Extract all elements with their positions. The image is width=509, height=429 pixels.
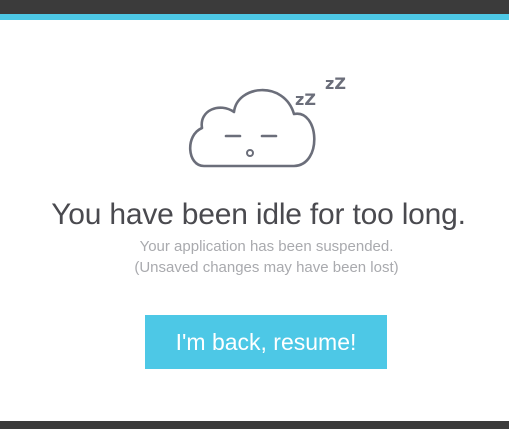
accent-bar [0,14,509,20]
snore-small: zZ [295,90,316,109]
snore-large: zZ [325,74,346,93]
unsaved-changes-warning: (Unsaved changes may have been lost) [134,259,399,276]
bottom-bar [0,421,509,429]
top-bar [0,0,509,14]
idle-headline: You have been idle for too long. [51,198,466,231]
resume-button[interactable]: I'm back, resume! [145,315,387,369]
sleeping-cloud-icon: zZ zZ [188,74,346,168]
suspended-message: Your application has been suspended. [139,238,394,255]
mouth [246,149,254,157]
